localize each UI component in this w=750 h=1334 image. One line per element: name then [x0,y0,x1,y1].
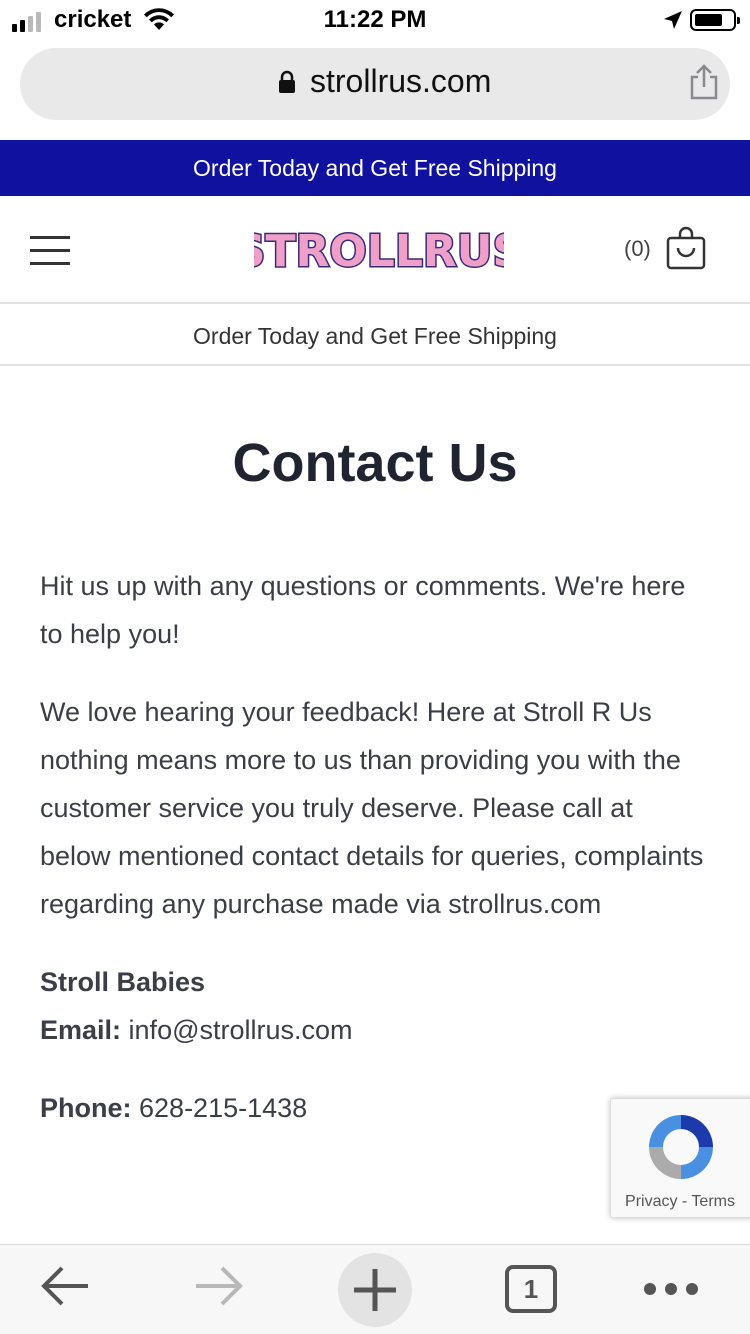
url-text: strollrus.com [310,63,492,99]
cart-icon[interactable] [666,226,706,270]
promo-banner[interactable]: Order Today and Get Free Shipping [0,140,750,196]
status-time: 11:22 PM [323,6,427,33]
intro-paragraph: Hit us up with any questions or comments… [40,571,686,649]
site-logo[interactable]: STROLLRUS [254,216,504,282]
contact-content: Hit us up with any questions or comments… [40,562,710,1162]
location-arrow-icon [664,11,682,29]
phone-label: Phone: [40,1093,132,1123]
email-label: Email: [40,1015,122,1045]
page-title: Contact Us [232,433,518,493]
phone-link[interactable]: 628-215-1438 [139,1093,307,1123]
new-tab-button[interactable] [338,1253,412,1327]
shipping-banner: Order Today and Get Free Shipping [0,306,750,366]
company-name: Stroll Babies [40,967,206,997]
recaptcha-icon [649,1115,713,1179]
email-link[interactable]: info@strollrus.com [129,1015,353,1045]
email-line: Email: info@strollrus.com [40,1006,710,1054]
site-header: STROLLRUS (0) [0,196,750,304]
share-icon[interactable] [688,64,720,100]
recaptcha-links[interactable]: Privacy - Terms [611,1193,749,1211]
svg-text:STROLLRUS: STROLLRUS [254,226,504,277]
more-dots-icon[interactable] [644,1283,698,1295]
lock-icon [279,70,295,93]
status-bar: cricket 11:22 PM [0,0,750,42]
forward-arrow-icon[interactable] [192,1259,246,1313]
cart-count[interactable]: (0) [624,236,651,262]
address-bar[interactable]: strollrus.com [20,48,730,120]
hamburger-icon[interactable] [30,236,70,266]
tabs-icon[interactable]: 1 [505,1265,557,1313]
battery-icon [690,9,740,31]
feedback-paragraph: We love hearing your feedback! Here at S… [40,697,704,919]
back-arrow-icon[interactable] [38,1259,92,1313]
browser-toolbar: 1 [0,1244,750,1334]
recaptcha-badge[interactable]: Privacy - Terms [610,1098,750,1218]
new-tab-plus-icon [354,1269,396,1311]
